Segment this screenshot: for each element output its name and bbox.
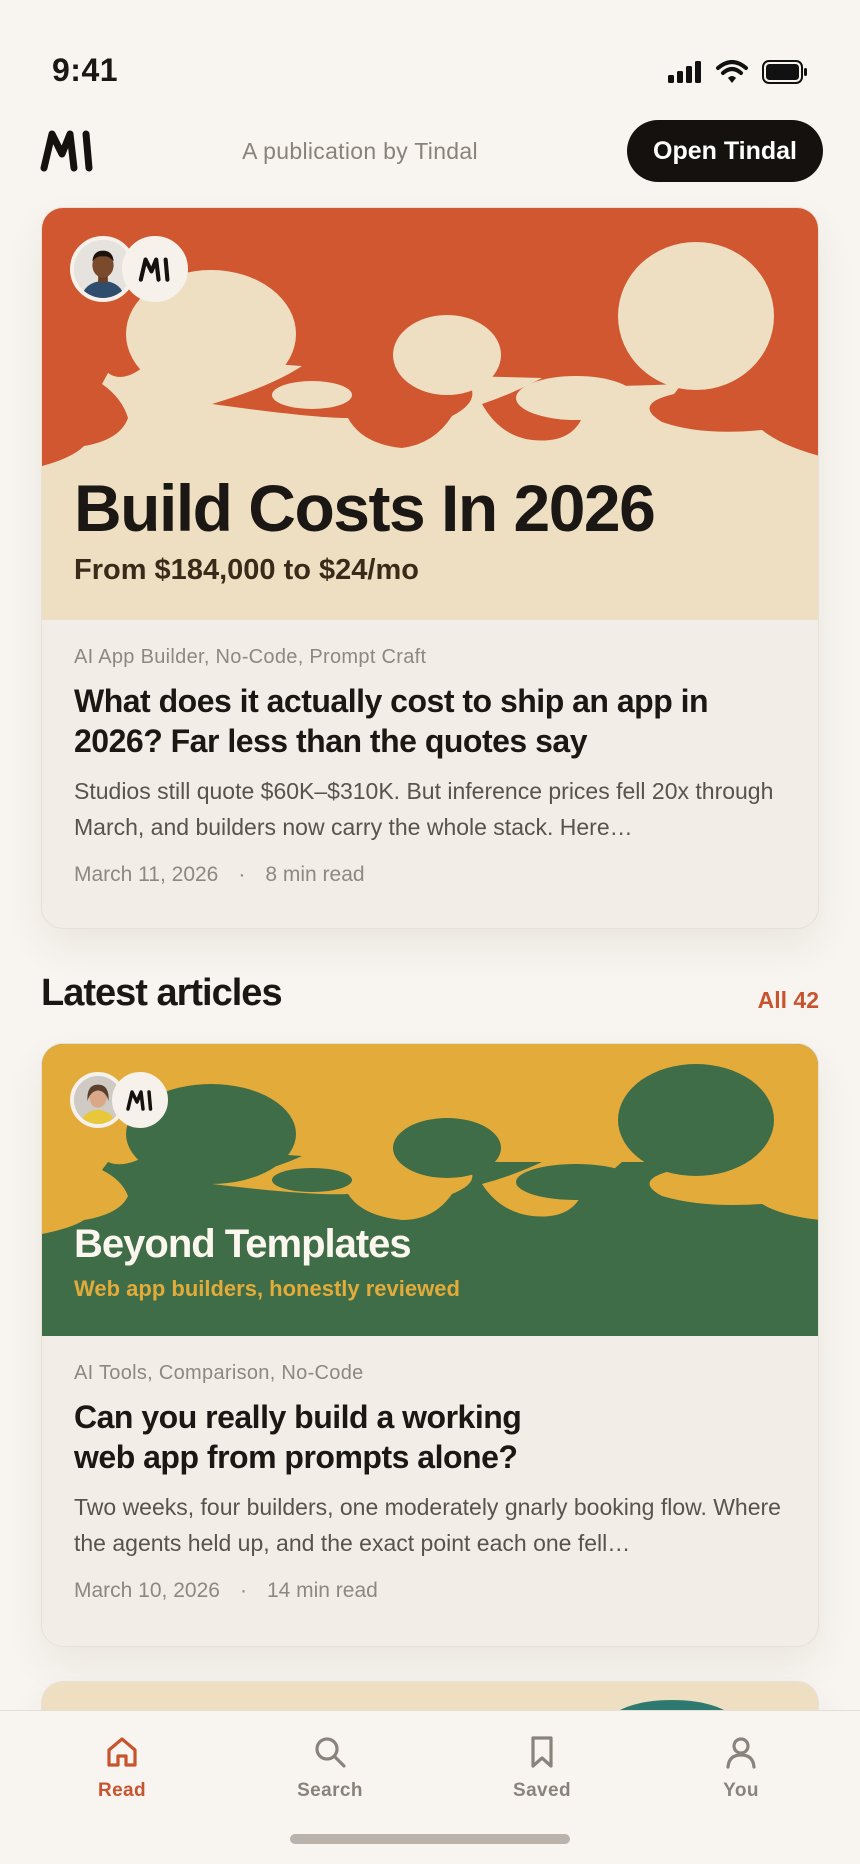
featured-hero-title: Build Costs In 2026 [74,471,656,545]
article-tags: AI Tools, Comparison, No-Code [74,1362,364,1384]
tab-you[interactable]: You [681,1735,801,1802]
article-meta: March 11, 2026 · 8 min read [74,863,786,887]
status-icons [668,60,808,84]
article-tags: AI App Builder, No-Code, Prompt Craft [74,646,427,668]
home-indicator[interactable] [290,1834,570,1844]
latest-articles-header: Latest articles All 42 [41,972,819,1022]
article-title[interactable]: Can you really build a working web app f… [74,1397,544,1477]
featured-hero-subtitle: From $184,000 to $24/mo [74,554,419,586]
meta-separator: · [239,1579,247,1602]
article-meta: March 10, 2026 · 14 min read [74,1579,786,1603]
article-hero-title: Beyond Templates [74,1222,412,1266]
article-card[interactable]: Beyond Templates Web app builders, hones… [41,1043,819,1647]
article-body: AI Tools, Comparison, No-Code Can you re… [42,1336,818,1603]
battery-icon [762,60,807,84]
search-icon [315,1737,346,1768]
wifi-icon [716,60,748,83]
article-hero: Beyond Templates Web app builders, hones… [42,1044,818,1336]
status-bar: 9:41 [0,0,860,110]
publication-avatar[interactable] [122,236,188,302]
bookmark-icon [531,1736,553,1768]
tab-label: You [723,1780,759,1801]
status-time: 9:41 [52,52,119,88]
home-icon [107,1737,137,1767]
all-articles-link[interactable]: All 42 [758,987,819,1014]
tab-read[interactable]: Read [62,1735,182,1802]
featured-article-card[interactable]: Build Costs In 2026 From $184,000 to $24… [41,207,819,929]
meta-separator: · [238,863,246,886]
featured-hero: Build Costs In 2026 From $184,000 to $24… [42,208,818,620]
article-excerpt: Two weeks, four builders, one moderately… [74,1494,781,1556]
top-bar: A publication by Tindal Open Tindal [0,118,860,188]
article-date: March 10, 2026 [74,1579,220,1602]
article-title[interactable]: What does it actually cost to ship an ap… [74,681,714,761]
tab-label: Read [97,1780,147,1801]
publication-avatar[interactable] [112,1072,168,1128]
article-hero-subtitle: Web app builders, honestly reviewed [74,1276,460,1301]
section-title: Latest articles [41,972,283,1014]
article-date: March 11, 2026 [74,863,219,886]
article-excerpt: Studios still quote $60K–$310K. But infe… [74,778,774,840]
open-tindal-button[interactable]: Open Tindal [627,120,823,182]
tab-saved[interactable]: Saved [482,1735,602,1802]
featured-avatars [70,236,188,302]
tab-label: Search [297,1780,363,1801]
person-icon [726,1737,756,1769]
article-avatars [70,1072,168,1128]
article-read-time: 14 min read [266,1579,378,1602]
publication-label: A publication by Tindal [242,138,478,164]
tab-label: Saved [513,1780,571,1801]
featured-body: AI App Builder, No-Code, Prompt Craft Wh… [42,620,818,887]
article-read-time: 8 min read [265,863,365,886]
cellular-signal-icon [668,61,701,83]
tab-search[interactable]: Search [270,1735,390,1802]
